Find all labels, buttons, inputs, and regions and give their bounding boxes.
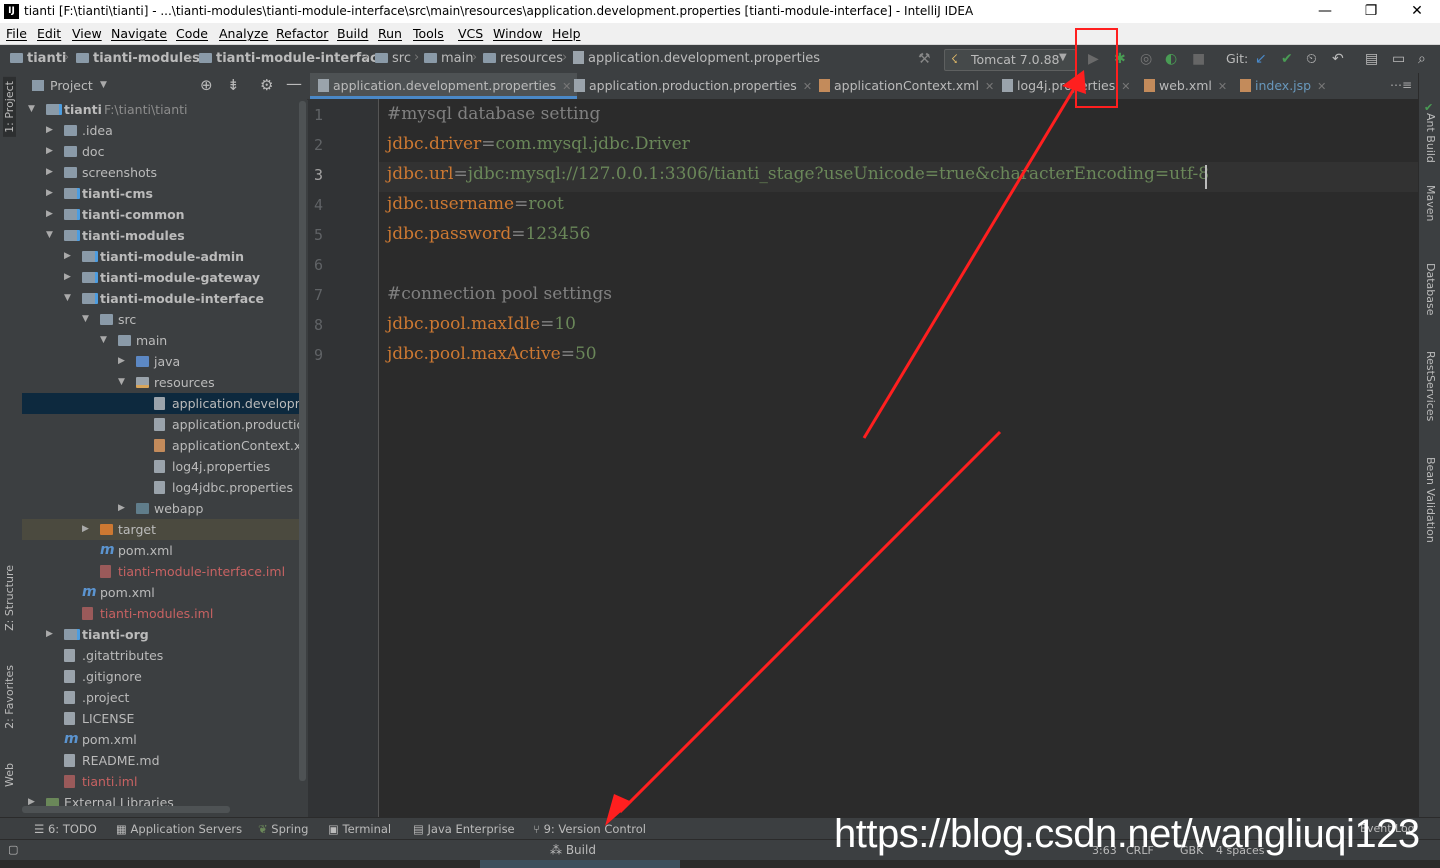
annotation-arrow-head (605, 794, 632, 826)
annotation-arrow-line (862, 81, 1080, 439)
watermark-url: https://blog.csdn.net/wangliuqi123 (834, 812, 1420, 856)
annotation-arrows (605, 70, 1086, 826)
annotation-arrow-line (618, 430, 1002, 814)
